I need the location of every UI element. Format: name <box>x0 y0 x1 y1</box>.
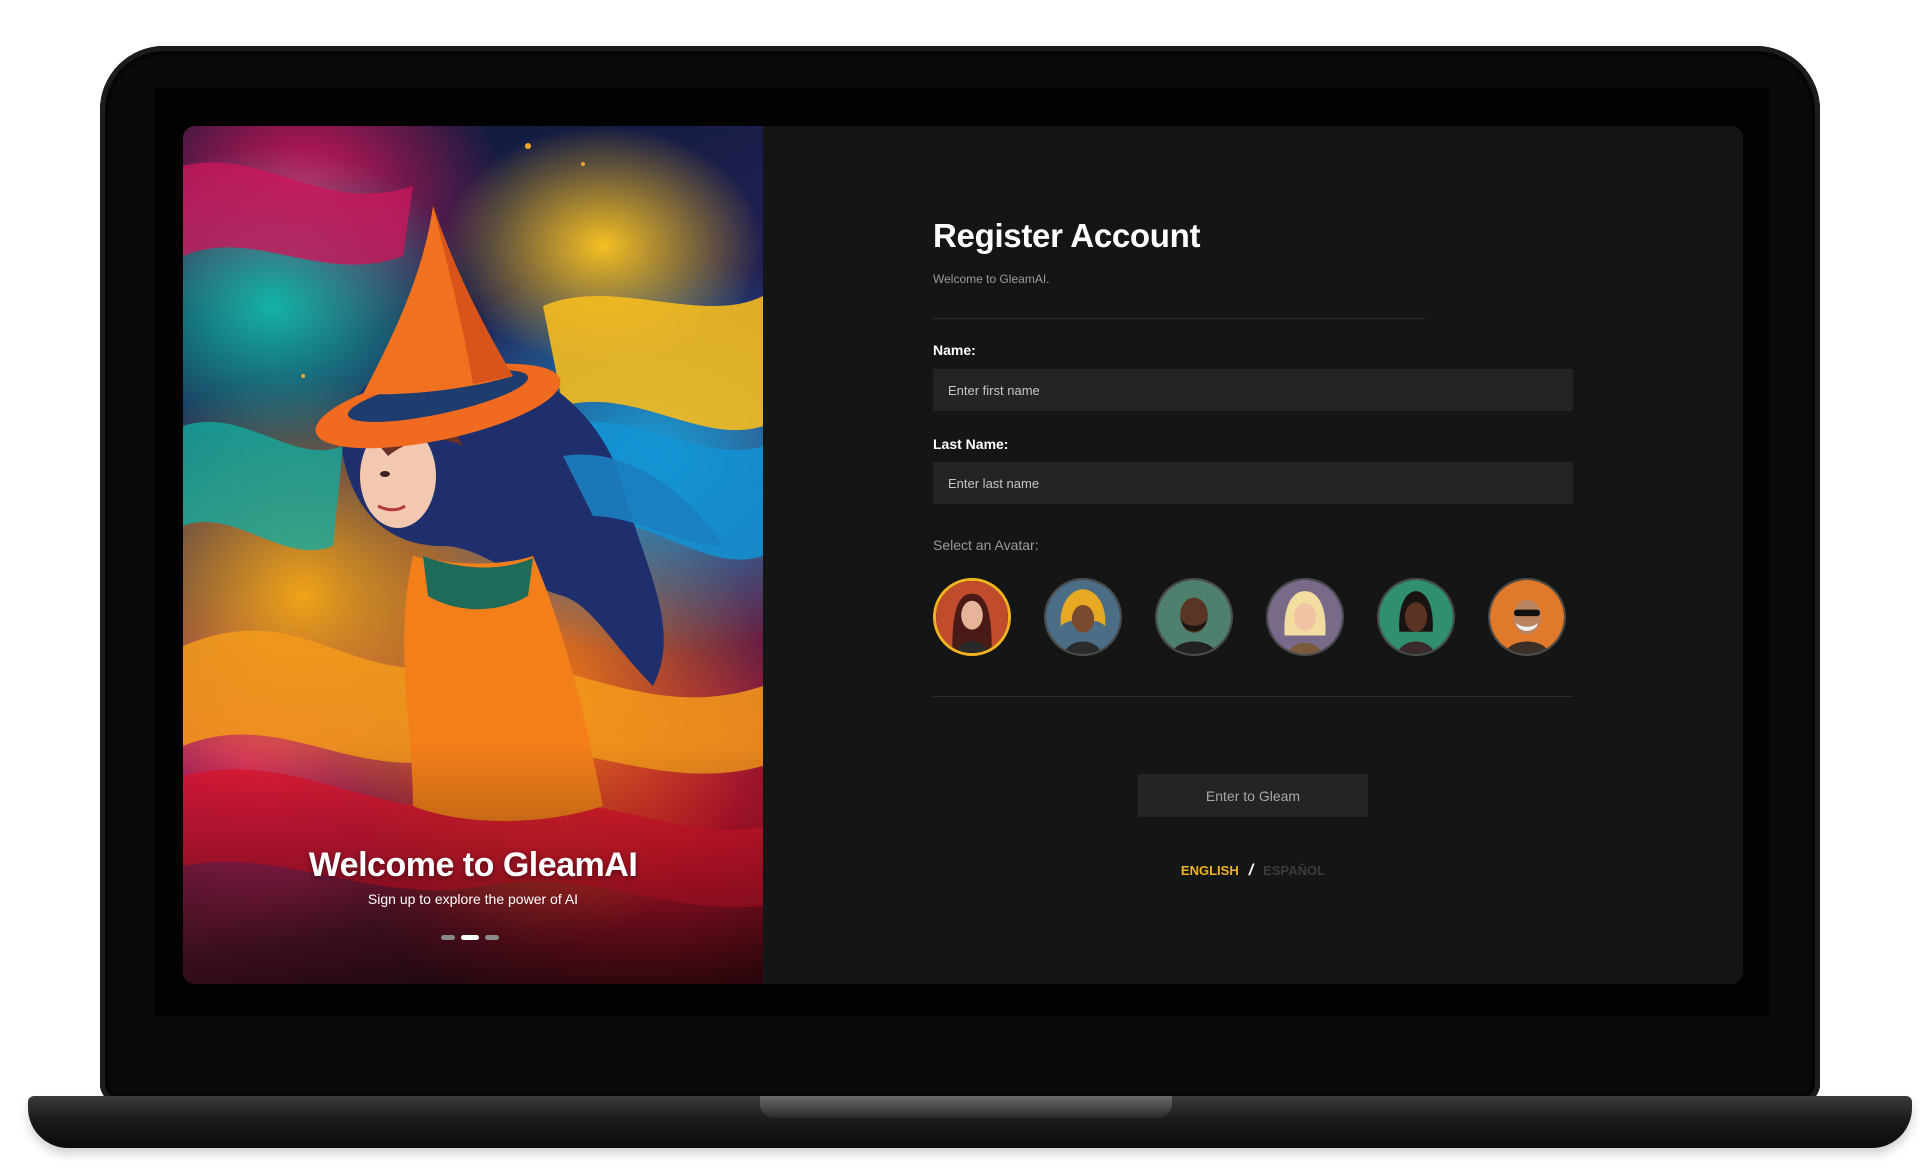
language-spanish-link[interactable]: ESPAÑOL <box>1263 863 1325 878</box>
last-name-label: Last Name: <box>933 436 1009 452</box>
avatar-option-2[interactable] <box>1044 578 1122 656</box>
language-english-link[interactable]: ENGLISH <box>1181 863 1239 878</box>
avatar-woman-red-hair-icon <box>936 581 1008 653</box>
hero-panel: Welcome to GleamAI Sign up to explore th… <box>183 126 763 984</box>
avatar-option-5[interactable] <box>1377 578 1455 656</box>
carousel-dot-3[interactable] <box>485 935 499 940</box>
carousel-indicator <box>441 935 499 940</box>
app-screen: Welcome to GleamAI Sign up to explore th… <box>183 126 1743 984</box>
avatar-label: Select an Avatar: <box>933 537 1039 553</box>
avatar-option-3[interactable] <box>1155 578 1233 656</box>
divider <box>933 318 1426 319</box>
register-form: Register Account Welcome to GleamAI. Nam… <box>763 126 1743 984</box>
hero-title: Welcome to GleamAI <box>308 846 638 884</box>
enter-to-gleam-button[interactable]: Enter to Gleam <box>1138 774 1368 817</box>
avatar-man-beard-icon <box>1157 580 1231 654</box>
language-switcher: ENGLISH / ESPAÑOL <box>763 862 1743 880</box>
carousel-dot-1[interactable] <box>441 935 455 940</box>
carousel-dot-2[interactable] <box>461 935 479 940</box>
avatar-woman-blonde-icon <box>1268 580 1342 654</box>
page-title: Register Account <box>933 217 1201 254</box>
avatar-man-sunglasses-icon <box>1490 580 1564 654</box>
first-name-input[interactable] <box>933 369 1573 411</box>
avatar-woman-green-bg-icon <box>1379 580 1453 654</box>
page-subtitle: Welcome to GleamAI. <box>933 272 1050 286</box>
last-name-input[interactable] <box>933 462 1573 504</box>
avatar-picker <box>933 578 1573 660</box>
divider <box>933 696 1573 697</box>
avatar-option-1[interactable] <box>933 578 1011 656</box>
avatar-option-6[interactable] <box>1488 578 1566 656</box>
avatar-woman-gold-headdress-icon <box>1046 580 1120 654</box>
first-name-label: Name: <box>933 342 976 358</box>
avatar-option-4[interactable] <box>1266 578 1344 656</box>
laptop-notch <box>760 1096 1172 1118</box>
language-separator: / <box>1248 862 1254 879</box>
hero-subtitle: Sign up to explore the power of AI <box>367 891 579 907</box>
